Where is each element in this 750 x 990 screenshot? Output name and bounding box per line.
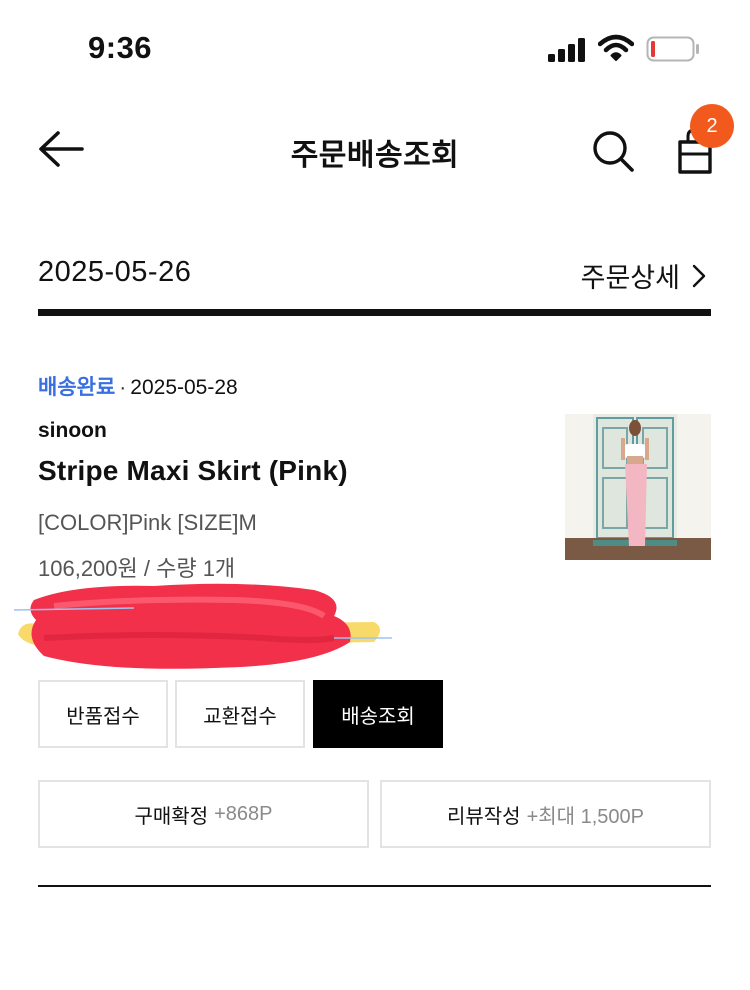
write-review-points: +최대 1,500P	[526, 805, 645, 828]
status-bar: 9:36	[0, 0, 750, 100]
write-review-label: 리뷰작성	[446, 805, 521, 828]
order-date: 2025-05-26	[38, 256, 192, 288]
separator-dot: ·	[119, 376, 127, 399]
return-request-label: 반품접수	[66, 705, 140, 728]
purchase-confirm-button[interactable]: 구매확정 +868P	[38, 780, 369, 848]
bottom-divider	[38, 885, 711, 887]
exchange-request-label: 교환접수	[203, 705, 277, 728]
exchange-request-button[interactable]: 교환접수	[175, 680, 305, 748]
section-divider	[38, 309, 711, 316]
status-time: 9:36	[88, 30, 153, 65]
product-photo	[565, 414, 711, 560]
purchase-confirm-label: 구매확정	[134, 805, 209, 828]
chevron-right-icon	[692, 264, 706, 287]
order-detail-label: 주문상세	[580, 263, 680, 293]
write-review-button[interactable]: 리뷰작성 +최대 1,500P	[380, 780, 711, 848]
battery-icon	[646, 36, 699, 62]
redaction-scribble	[14, 583, 392, 669]
delivery-date: 2025-05-28	[130, 376, 238, 399]
product-thumbnail[interactable]	[565, 414, 711, 560]
page-title: 주문배송조회	[290, 139, 460, 172]
cellular-signal-icon	[548, 38, 585, 62]
product-name[interactable]: Stripe Maxi Skirt (Pink)	[38, 455, 348, 487]
delivery-status: 배송완료	[38, 376, 116, 399]
product-option: [COLOR]Pink [SIZE]M	[38, 510, 257, 535]
cart-count-badge: 2	[690, 104, 734, 148]
app-header: 주문배송조회	[0, 100, 750, 200]
delivery-tracking-button[interactable]: 배송조회	[313, 680, 443, 748]
brand-name[interactable]: sinoon	[38, 419, 107, 443]
delivery-tracking-label: 배송조회	[341, 705, 415, 728]
search-icon[interactable]	[590, 128, 636, 174]
delivery-status-line: 배송완료 · 2025-05-28	[38, 371, 238, 401]
order-detail-link[interactable]: 주문상세	[581, 256, 706, 295]
return-request-button[interactable]: 반품접수	[38, 680, 168, 748]
purchase-confirm-points: +868P	[214, 802, 273, 825]
wifi-icon	[598, 34, 634, 61]
